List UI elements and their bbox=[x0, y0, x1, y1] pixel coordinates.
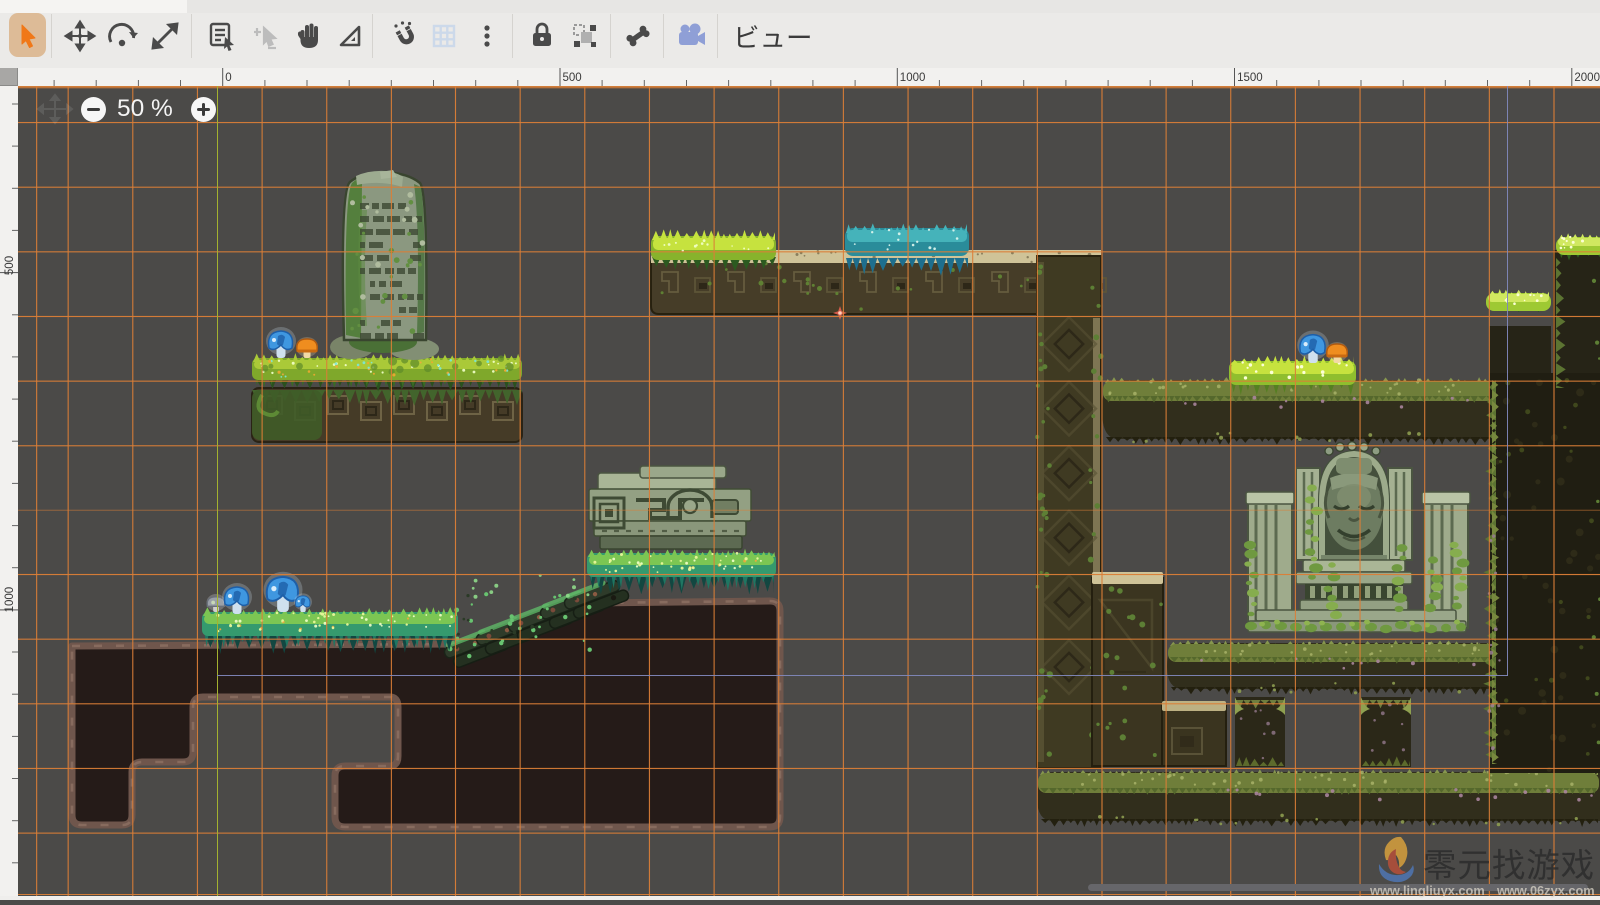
svg-text:www.06zyx.com: www.06zyx.com bbox=[1496, 883, 1595, 898]
svg-text:500: 500 bbox=[4, 256, 16, 275]
svg-text:1000: 1000 bbox=[4, 587, 16, 613]
svg-text:500: 500 bbox=[563, 72, 582, 84]
svg-text:www.lingliuyx.com: www.lingliuyx.com bbox=[1369, 883, 1485, 898]
svg-text:1500: 1500 bbox=[1237, 72, 1263, 84]
svg-text:0: 0 bbox=[225, 72, 231, 84]
svg-text:2000: 2000 bbox=[1574, 72, 1600, 84]
svg-text:1000: 1000 bbox=[900, 72, 926, 84]
